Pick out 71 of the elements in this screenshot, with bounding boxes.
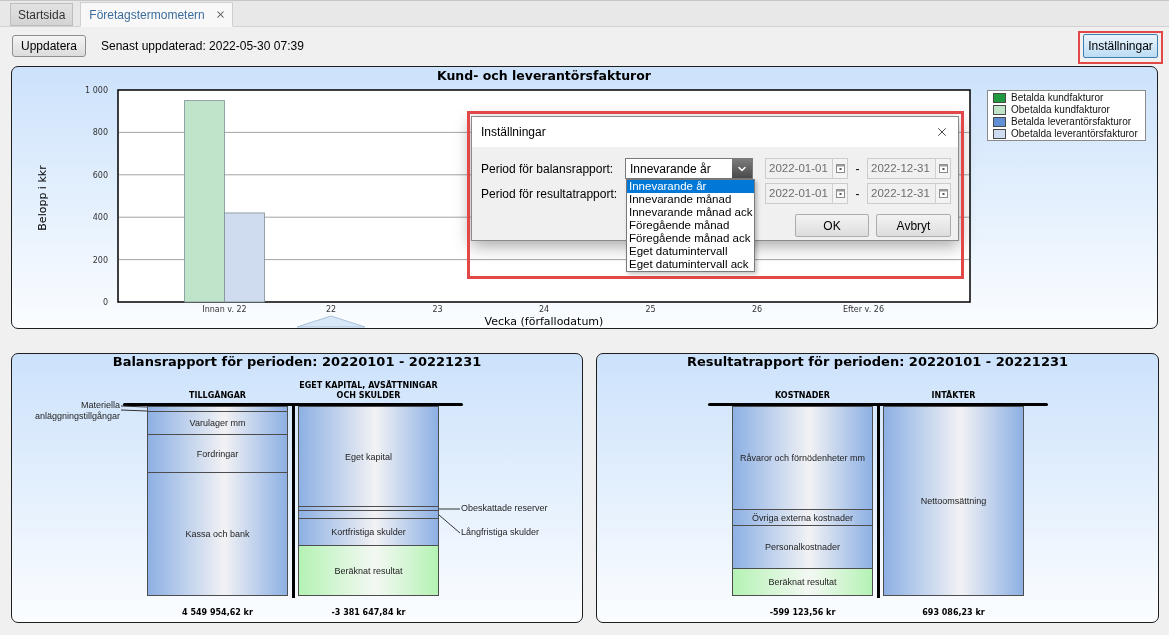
range-separator: -: [854, 160, 861, 178]
segment-label: Övriga externa kostnader: [751, 512, 854, 523]
range-separator: -: [854, 185, 861, 203]
dropdown-option[interactable]: Eget datumintervall ack: [627, 258, 754, 271]
segment-label: Eget kapital: [345, 451, 392, 462]
callout-label: Obeskattade reserver: [461, 503, 548, 514]
segment-label: Beräknat resultat: [334, 565, 403, 576]
axis-tick-label: Innan v. 22: [202, 305, 247, 314]
legend-label: Obetalda kundfakturor: [1011, 104, 1110, 116]
column-total: 4 549 954,62 kr: [182, 607, 253, 618]
settings-button[interactable]: Inställningar: [1083, 34, 1158, 58]
callout-label: Materiella anläggningstillgångar: [33, 400, 120, 422]
leader-line: [439, 508, 460, 510]
axis-tick-label: 26: [751, 305, 763, 314]
column-total: 693 086,23 kr: [922, 607, 985, 618]
column-heading: EGET KAPITAL, AVSÄTTNINGAR OCH SKULDER: [298, 381, 439, 401]
tab[interactable]: Startsida: [10, 3, 74, 26]
dropdown-option[interactable]: Eget datumintervall: [627, 245, 754, 258]
axis-tick-label: 24: [538, 305, 550, 314]
axis-tick-label: 23: [432, 305, 443, 314]
axis-tick-label: 200: [92, 255, 108, 265]
segment-label: Kortfristiga skulder: [331, 527, 406, 537]
dialog-title: Inställningar: [481, 124, 546, 141]
dropdown-option[interactable]: Innevarande månad: [627, 193, 754, 206]
segment-label: Fordringar: [196, 448, 239, 459]
axis-tick-label: 1 000: [85, 86, 108, 95]
axis-tick-label: Efter v. 26: [843, 305, 884, 314]
chevron-down-icon[interactable]: [732, 159, 752, 178]
dropdown-option[interactable]: Innevarande månad ack: [627, 206, 754, 219]
axis-title: Belopp i kkr: [36, 165, 49, 231]
dropdown-option[interactable]: Innevarande år: [627, 180, 754, 193]
segment-label: Beräknat resultat: [768, 577, 837, 587]
update-button[interactable]: Uppdatera: [12, 35, 86, 57]
field-label: Period för resultatrapport:: [481, 185, 619, 203]
column-heading: KOSTNADER: [774, 391, 831, 401]
report-title: Resultatrapport för perioden: 20220101 - 20221231: [685, 354, 1070, 370]
segment-label: Nettoomsättning: [920, 496, 987, 506]
axis-tick-label: 800: [92, 128, 108, 138]
segment-label: Kassa och bank: [185, 529, 250, 539]
period-dropdown[interactable]: Innevarande år: [625, 158, 753, 179]
dropdown-option[interactable]: Föregående månad: [627, 219, 754, 232]
chart-title: Kund- och leverantörsfakturor: [437, 68, 651, 83]
leader-line: [121, 405, 147, 412]
segment-label: Varulager mm: [189, 418, 246, 428]
segment-label: Råvaror och förnödenheter mm: [739, 453, 866, 463]
dropdown-option[interactable]: Föregående månad ack: [627, 232, 754, 245]
axis-title: Vecka (förfallodatum): [484, 315, 604, 328]
column-total: -599 123,56 kr: [769, 607, 836, 618]
last-updated-text: Senast uppdaterad: 2022-05-30 07:39: [101, 38, 304, 55]
leader-line: [439, 514, 460, 534]
close-icon[interactable]: [935, 125, 949, 139]
tab[interactable]: Företagstermometern: [80, 2, 233, 27]
triangle-marker-icon: [296, 315, 366, 328]
legend-label: Betalda kundfakturor: [1011, 92, 1104, 104]
axis-tick-label: 0: [102, 298, 108, 307]
column-heading: TILLGÅNGAR: [188, 391, 247, 401]
dialog-button[interactable]: Avbryt: [876, 214, 951, 237]
axis-tick-label: 400: [92, 213, 108, 223]
field-label: Period för balansrapport:: [481, 160, 615, 178]
report-title: Balansrapport för perioden: 20220101 - 20221231: [111, 354, 483, 370]
segment-label: Personalkostnader: [764, 542, 840, 552]
column-heading: INTÄKTER: [930, 391, 977, 401]
axis-tick-label: 22: [325, 305, 337, 314]
axis-tick-label: 25: [645, 305, 656, 314]
legend-label: Betalda leverantörsfakturor: [1011, 116, 1132, 128]
callout-label: Långfristiga skulder: [461, 527, 540, 538]
dialog-button[interactable]: OK: [795, 214, 869, 237]
close-icon[interactable]: [214, 9, 226, 20]
axis-tick-label: 600: [92, 170, 108, 180]
legend-label: Obetalda leverantörsfakturor: [1011, 128, 1138, 140]
column-total: -3 381 647,84 kr: [331, 607, 406, 618]
